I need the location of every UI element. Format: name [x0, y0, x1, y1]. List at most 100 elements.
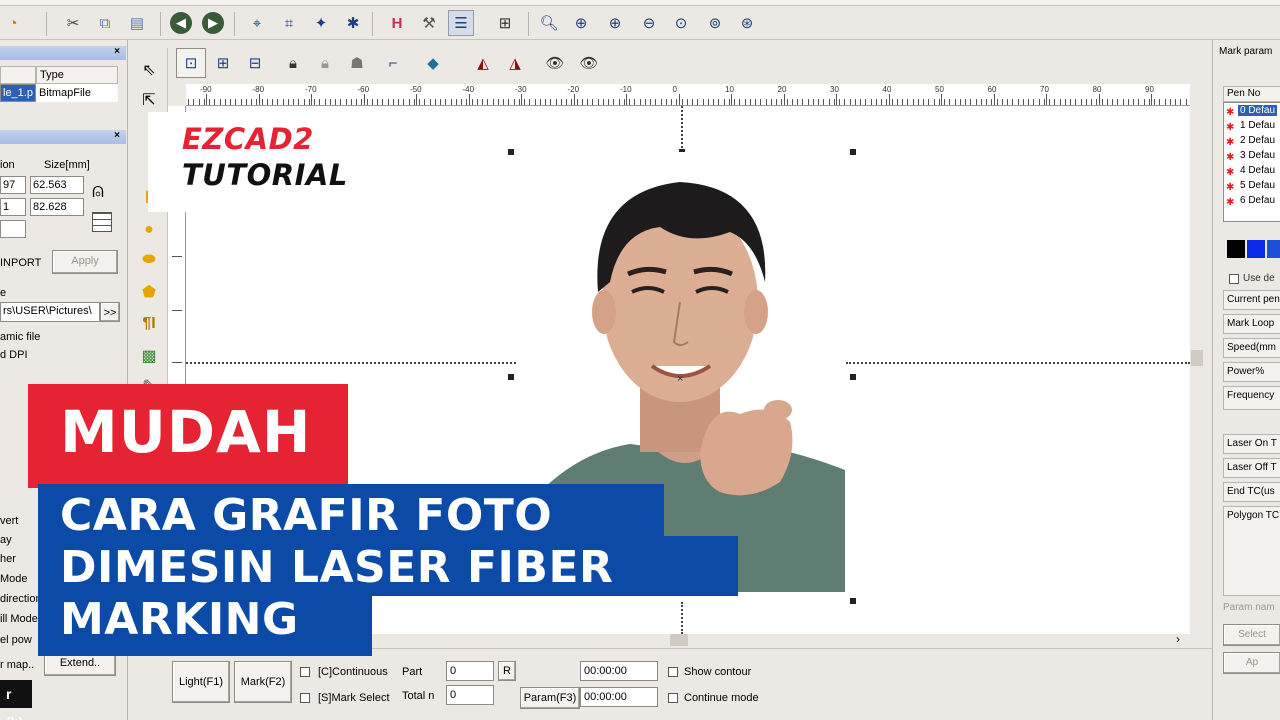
circle-icon[interactable]: ● [137, 218, 161, 242]
select-button[interactable]: Select [1223, 624, 1280, 646]
pivot-icon[interactable]: ⌐ [378, 48, 408, 78]
polygon-tc-field[interactable]: Polygon TC [1223, 506, 1280, 596]
lock-ratio-icon[interactable]: ⍝ [92, 180, 104, 203]
open-icon[interactable]: ◔ [0, 10, 26, 36]
zoom-fit-icon[interactable]: ⊛ [734, 10, 760, 36]
pen-item-6[interactable]: 6 Defau [1240, 195, 1275, 206]
laser-on-tc-field[interactable]: Laser On T [1223, 434, 1280, 454]
unlock-all-icon[interactable]: ☗ [342, 48, 372, 78]
width-input[interactable]: 62.563 [30, 176, 84, 194]
ruler-minor-tick [518, 99, 520, 105]
ungroup-icon[interactable]: ⊞ [208, 48, 238, 78]
ellipse-icon[interactable]: ⬬ [137, 248, 161, 272]
layers-icon[interactable]: ⊞ [492, 10, 518, 36]
node-edit-icon[interactable]: ⌖ [244, 10, 270, 36]
group-icon[interactable]: ⊡ [176, 48, 206, 78]
mark-button[interactable]: Mark(F2) [234, 661, 292, 703]
node-arrow-icon[interactable]: ⇱ [137, 88, 161, 112]
bitmap-icon[interactable]: ▩ [137, 344, 161, 368]
selection-handle[interactable] [850, 598, 856, 604]
zoom-out-icon[interactable]: ⊖ [636, 10, 662, 36]
ruler-minor-tick [1075, 99, 1077, 105]
pen-list[interactable]: ✱ 0 Defau ✱ 1 Defau ✱ 2 Defau ✱ 3 Defau … [1223, 102, 1280, 222]
close-icon[interactable]: × [114, 130, 120, 141]
pen-item-4[interactable]: 4 Defau [1240, 165, 1275, 176]
total-input[interactable]: 0 [446, 685, 494, 705]
apply-button[interactable]: Apply [52, 250, 118, 274]
center-icon[interactable]: ⊟ [240, 48, 270, 78]
grid-position-icon[interactable] [92, 212, 112, 232]
object-row-name[interactable]: le_1.p [0, 84, 36, 102]
zoom-icon[interactable]: 🔍︎ [536, 10, 562, 36]
x-input[interactable]: 97 [0, 176, 26, 194]
object-row-type[interactable]: BitmapFile [36, 84, 118, 102]
selection-handle[interactable] [850, 149, 856, 155]
pen-item-3[interactable]: 3 Defau [1240, 150, 1275, 161]
color-swatch-blue[interactable] [1247, 240, 1265, 258]
light-button[interactable]: Light(F1) [172, 661, 230, 703]
y-input[interactable]: 1 [0, 198, 26, 216]
selection-handle[interactable] [508, 149, 514, 155]
z-input[interactable] [0, 220, 26, 238]
vertical-scrollbar-thumb[interactable] [1191, 350, 1203, 366]
pen-item-5[interactable]: 5 Defau [1240, 180, 1275, 191]
lock-icon[interactable]: 🔒︎ [278, 48, 308, 78]
part-input[interactable]: 0 [446, 661, 494, 681]
unlock-icon[interactable]: 🔒︎ [310, 48, 340, 78]
zoom-all-icon[interactable]: ⊙ [668, 10, 694, 36]
combine-icon[interactable]: ✦ [308, 10, 334, 36]
scroll-right-icon[interactable]: › [1176, 632, 1180, 646]
corner-button[interactable]: r (k) [0, 680, 32, 720]
param-button[interactable]: Param(F3) [520, 687, 580, 709]
back-icon[interactable]: ◀ [170, 12, 192, 34]
pen-item-0[interactable]: 0 Defau [1238, 105, 1278, 116]
end-tc-field[interactable]: End TC(us [1223, 482, 1280, 502]
continuous-checkbox[interactable] [300, 667, 310, 677]
height-input[interactable]: 82.628 [30, 198, 84, 216]
show-icon[interactable]: 👁︎ [540, 48, 570, 78]
power-field[interactable]: Power% [1223, 362, 1280, 382]
apply-param-button[interactable]: Ap [1223, 652, 1280, 674]
current-pen-field[interactable]: Current pen [1223, 290, 1280, 310]
color-icon[interactable]: ◆ [418, 48, 448, 78]
zoom-in-icon[interactable]: ⊕ [568, 10, 594, 36]
reset-part-button[interactable]: R [498, 661, 516, 681]
use-default-checkbox[interactable] [1229, 274, 1239, 284]
list-view-icon[interactable]: ☰ [448, 10, 474, 36]
pen-item-2[interactable]: 2 Defau [1240, 135, 1275, 146]
selection-handle[interactable] [850, 374, 856, 380]
file-path-input[interactable]: rs\USER\Pictures\ [0, 302, 100, 322]
mirror-h-icon[interactable]: ◭ [468, 48, 498, 78]
ruler-minor-tick [959, 99, 961, 105]
paste-icon[interactable]: ▤ [124, 10, 150, 36]
cut-icon[interactable]: ✂ [60, 10, 86, 36]
tools-icon[interactable]: ⚒ [416, 10, 442, 36]
horizontal-scrollbar-thumb[interactable] [670, 634, 688, 646]
show-contour-checkbox[interactable] [668, 667, 678, 677]
speed-field[interactable]: Speed(mm [1223, 338, 1280, 358]
mark-select-checkbox[interactable] [300, 693, 310, 703]
zoom-plus-icon[interactable]: ⊕ [602, 10, 628, 36]
mark-loop-field[interactable]: Mark Loop [1223, 314, 1280, 334]
forward-icon[interactable]: ▶ [202, 12, 224, 34]
zoom-select-icon[interactable]: ⊚ [702, 10, 728, 36]
color-swatch-blue2[interactable] [1267, 240, 1280, 258]
selection-handle[interactable] [508, 374, 514, 380]
pen-item-1[interactable]: 1 Defau [1240, 120, 1275, 131]
polygon-icon[interactable]: ⬟ [137, 280, 161, 304]
continue-mode-checkbox[interactable] [668, 693, 678, 703]
mirror-v-icon[interactable]: ◮ [500, 48, 530, 78]
text-icon[interactable]: ¶I [137, 312, 161, 336]
close-icon[interactable]: × [114, 46, 120, 57]
browse-button[interactable]: >> [100, 302, 120, 322]
select-arrow-icon[interactable]: ⇖ [137, 58, 161, 82]
copy-icon[interactable]: ⧉ [92, 10, 118, 36]
hide-icon[interactable]: 👁︎ [574, 48, 604, 78]
node-select-icon[interactable]: ⌗ [276, 10, 302, 36]
ruler-minor-tick [450, 99, 452, 105]
break-icon[interactable]: ✱ [340, 10, 366, 36]
frequency-field[interactable]: Frequency [1223, 386, 1280, 410]
color-swatch-black[interactable] [1227, 240, 1245, 258]
laser-off-tc-field[interactable]: Laser Off T [1223, 458, 1280, 478]
hatch-icon[interactable]: H [384, 10, 410, 36]
